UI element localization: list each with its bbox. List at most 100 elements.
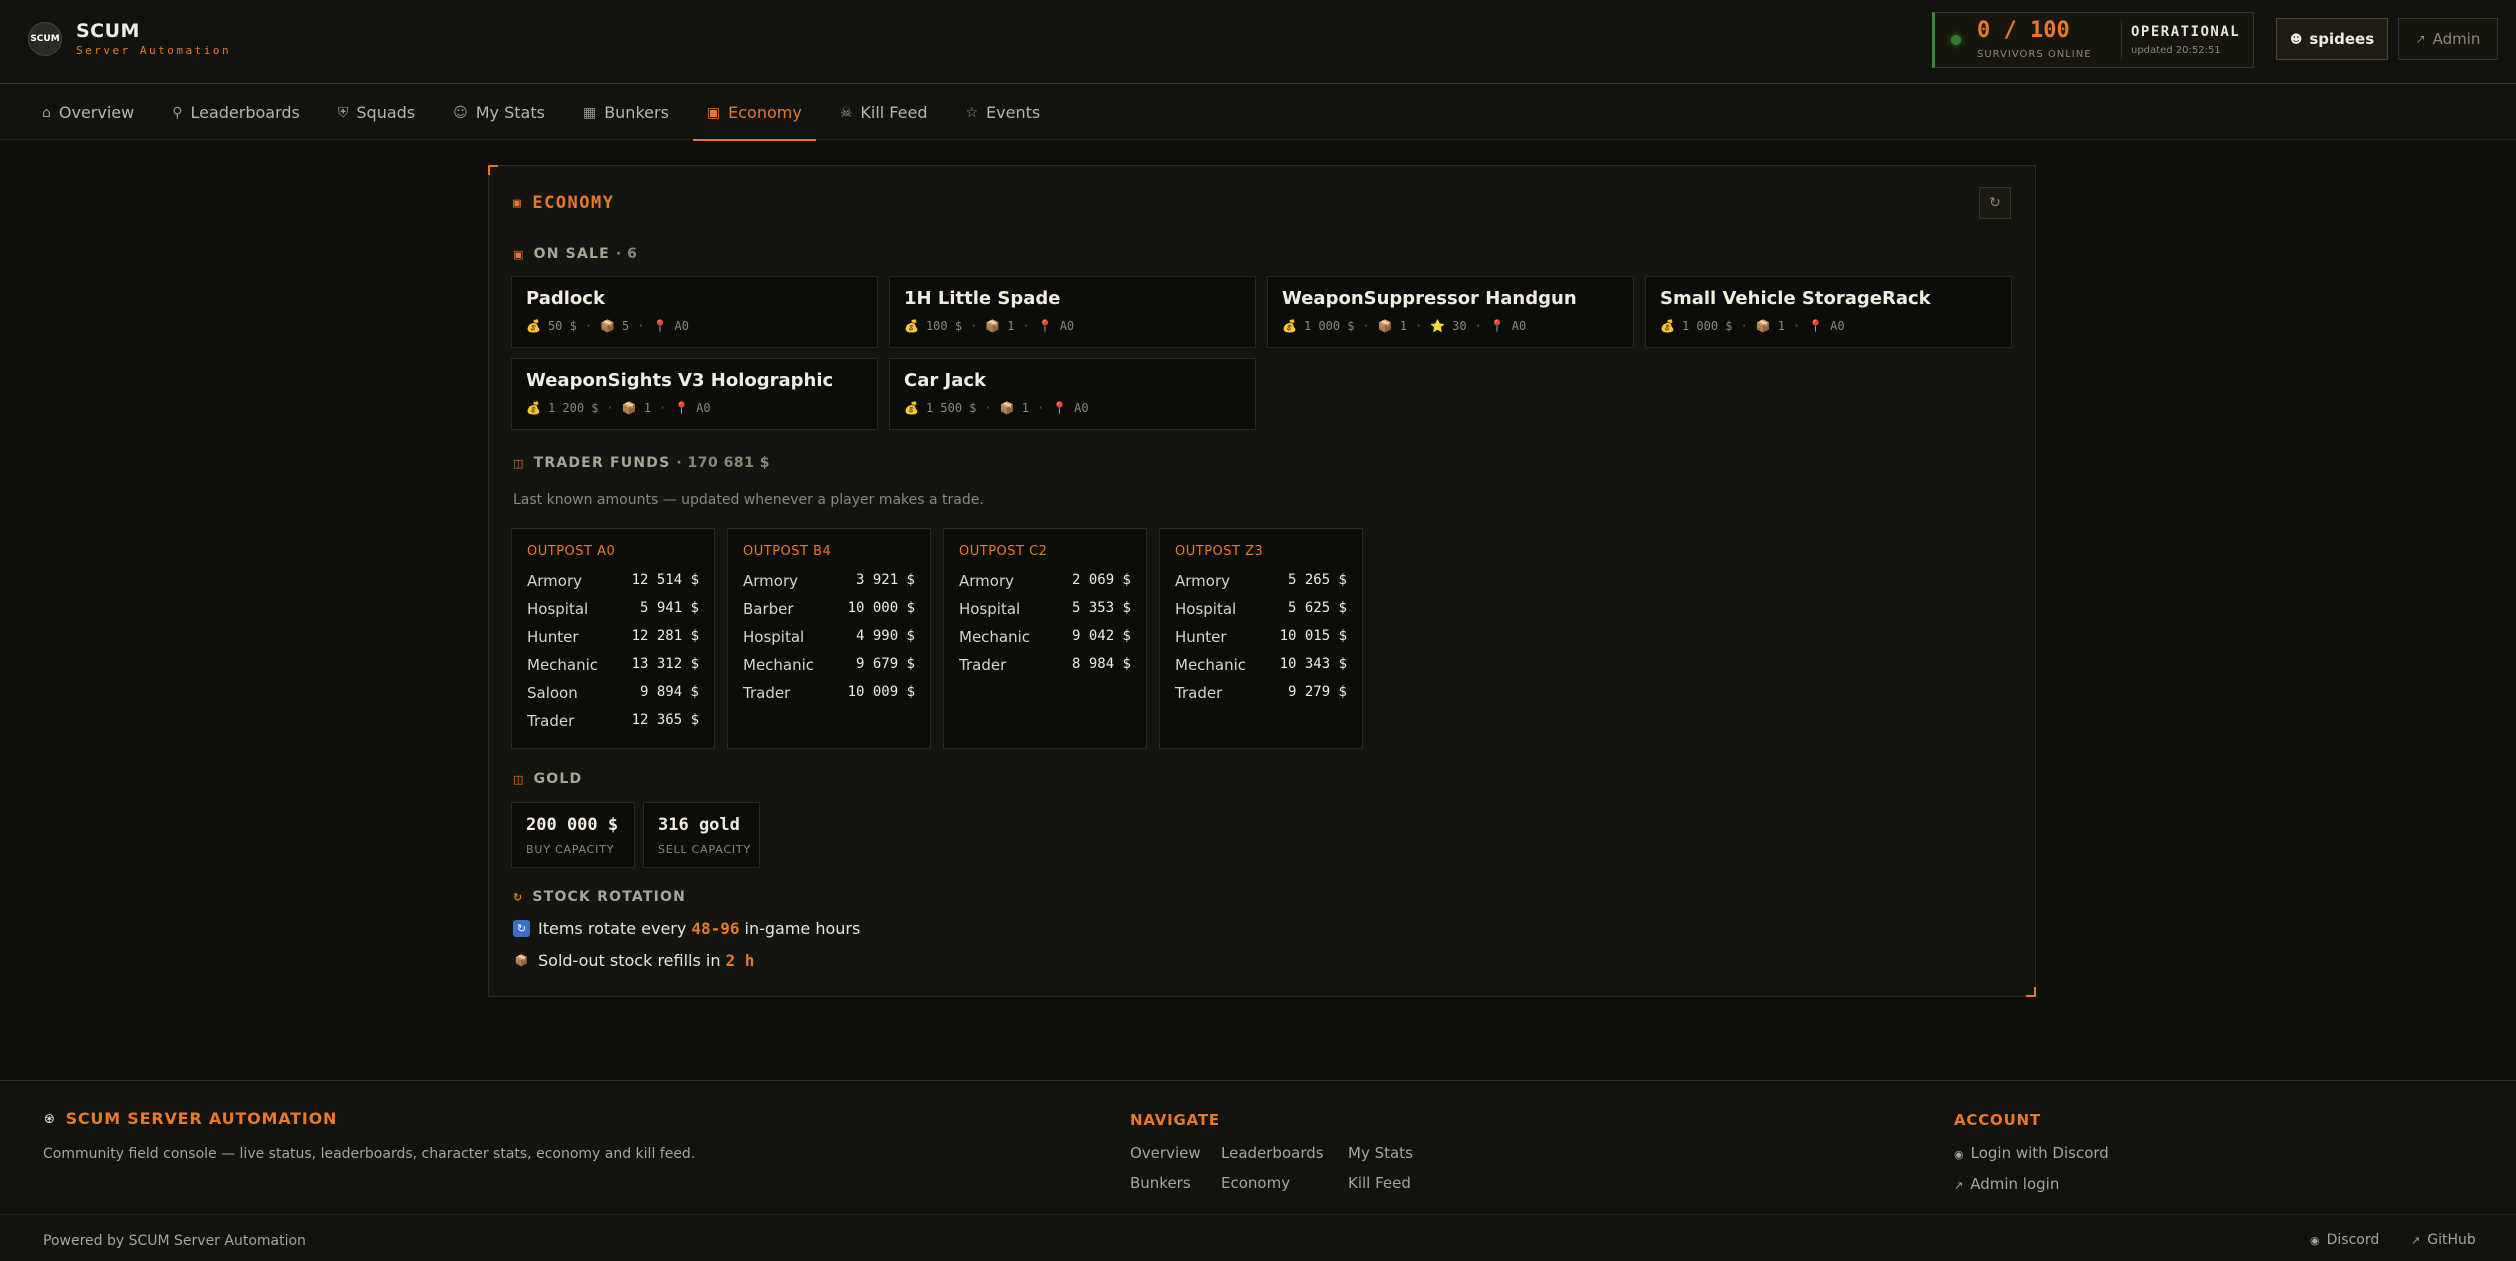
trader-row: Mechanic 9 042 $ [959, 628, 1131, 648]
external-link-icon: ↗ [2411, 1234, 2421, 1247]
discord-link[interactable]: ◉ Discord [2310, 1232, 2379, 1248]
cart-icon: ▣ [513, 247, 525, 261]
sale-item-card[interactable]: Small Vehicle StorageRack 💰 1 000 $ · 📦 1 … [1645, 276, 2012, 348]
trader-row: Trader 12 365 $ [527, 712, 699, 732]
trader-row: Hospital 5 941 $ [527, 600, 699, 620]
trader-amount: 3 921 $ [855, 572, 915, 588]
external-link-icon: ↗ [1954, 1179, 1964, 1192]
external-link-icon: ↗ [2415, 32, 2426, 46]
trader-row: Trader 10 009 $ [743, 684, 915, 704]
trader-row: Hunter 12 281 $ [527, 628, 699, 648]
brand[interactable]: SCUM SCUM Server Automation [28, 20, 231, 57]
gold-label: GOLD [533, 771, 583, 787]
trader-name: Saloon [527, 684, 578, 702]
rotation-text: in-game hours [744, 919, 861, 938]
item-price: 50 $ [547, 319, 577, 333]
sell-capacity-value: 316 gold [658, 815, 740, 835]
tab-kill-feed[interactable]: ☠ Kill Feed [826, 85, 942, 140]
trader-amount: 5 353 $ [1071, 600, 1131, 616]
trader-name: Hospital [959, 600, 1021, 618]
trader-row: Hospital 5 625 $ [1175, 600, 1347, 620]
item-meta: 💰 1 200 $ · 📦 1 · 📍 A0 [526, 401, 711, 415]
trader-funds-note: Last known amounts — updated whenever a … [513, 492, 984, 508]
tab-squads[interactable]: ⛨ Squads [324, 85, 429, 140]
trader-row: Mechanic 10 343 $ [1175, 656, 1347, 676]
trader-amount: 10 343 $ [1279, 656, 1347, 672]
buy-capacity-card: 200 000 $ BUY CAPACITY [511, 802, 635, 868]
tab-overview[interactable]: ⌂ Overview [28, 85, 148, 140]
footer-link-bunkers[interactable]: Bunkers [1130, 1174, 1191, 1192]
trader-row: Mechanic 9 679 $ [743, 656, 915, 676]
login-discord-link[interactable]: ◉ Login with Discord [1954, 1144, 2109, 1162]
shield-icon: ⛨ [337, 104, 349, 121]
footer-brand: ♼ SCUM SERVER AUTOMATION [44, 1109, 337, 1128]
footer-link-overview[interactable]: Overview [1130, 1144, 1201, 1162]
trader-amount: 12 365 $ [631, 712, 699, 728]
on-sale-heading: ▣ ON SALE · 6 [513, 246, 637, 262]
brand-logo: SCUM [28, 21, 62, 56]
trader-funds-heading: ◫ TRADER FUNDS · 170 681 $ [513, 455, 770, 471]
money-bag-icon: 💰 [904, 319, 919, 333]
trader-name: Armory [743, 572, 798, 590]
trader-row: Barber 10 000 $ [743, 600, 915, 620]
page-title: ▣ ECONOMY [513, 193, 614, 213]
trader-name: Barber [743, 600, 794, 618]
star-icon: ☆ [965, 104, 979, 121]
sale-item-card[interactable]: WeaponSights V3 Holographic 💰 1 200 $ · 📦… [511, 358, 878, 430]
item-stock: 1 [1777, 319, 1785, 333]
login-discord-label: Login with Discord [1970, 1144, 2109, 1162]
tab-bunkers[interactable]: ▦ Bunkers [569, 85, 683, 140]
tab-my-stats[interactable]: ☺ My Stats [439, 85, 559, 140]
trader-row: Trader 8 984 $ [959, 656, 1131, 676]
refresh-icon: ↻ [1989, 195, 2001, 211]
trader-amount: 12 281 $ [631, 628, 699, 644]
footer-link-kill-feed[interactable]: Kill Feed [1348, 1174, 1411, 1192]
cart-icon: ▣ [513, 195, 523, 211]
outpost-card: OUTPOST B4 Armory 3 921 $ Barber 10 000 $ … [727, 528, 931, 749]
refresh-button[interactable]: ↻ [1979, 187, 2011, 219]
tab-events[interactable]: ☆ Events [951, 85, 1054, 140]
refill-value: 2 h [725, 951, 755, 970]
sale-item-card[interactable]: Padlock 💰 50 $ · 📦 5 · 📍 A0 [511, 276, 878, 348]
tab-economy[interactable]: ▣ Economy [692, 85, 816, 141]
refill-text: Sold-out stock refills in [538, 951, 721, 970]
gold-heading: ◫ GOLD [513, 771, 582, 787]
footer-link-my-stats[interactable]: My Stats [1348, 1144, 1413, 1162]
trader-amount: 8 984 $ [1071, 656, 1131, 672]
trader-amount: 5 265 $ [1287, 572, 1347, 588]
trader-name: Trader [1175, 684, 1223, 702]
trader-name: Trader [743, 684, 791, 702]
tab-leaderboards[interactable]: ⚲ Leaderboards [158, 85, 314, 140]
user-name: spidees [2309, 30, 2375, 48]
item-location: A0 [1830, 319, 1845, 333]
item-price: 1 500 $ [925, 401, 977, 415]
github-link[interactable]: ↗ GitHub [2411, 1232, 2476, 1248]
trader-name: Armory [1175, 572, 1230, 590]
admin-button[interactable]: ↗ Admin [2398, 18, 2498, 60]
sale-item-card[interactable]: Car Jack 💰 1 500 $ · 📦 1 · 📍 A0 [889, 358, 1256, 430]
item-location: A0 [1074, 401, 1089, 415]
package-icon: 📦 [1377, 319, 1393, 333]
tab-label: Events [986, 103, 1041, 122]
sell-capacity-label: SELL CAPACITY [658, 843, 751, 856]
trader-name: Armory [959, 572, 1014, 590]
footer-link-economy[interactable]: Economy [1221, 1174, 1290, 1192]
admin-login-link[interactable]: ↗ Admin login [1954, 1175, 2059, 1193]
user-button[interactable]: ☻ spidees [2276, 18, 2388, 60]
item-name: 1H Little Spade [904, 288, 1061, 309]
economy-panel: ▣ ECONOMY ↻ ▣ ON SALE · 6 Padlock 💰 50 $ … [488, 165, 2036, 997]
tab-label: Bunkers [604, 103, 669, 122]
online-label: SURVIVORS ONLINE [1977, 49, 2092, 60]
panel-corner [488, 165, 498, 175]
trader-amount: 5 625 $ [1287, 600, 1347, 616]
item-meta: 💰 100 $ · 📦 1 · 📍 A0 [904, 319, 1075, 333]
trader-amount: 9 679 $ [855, 656, 915, 672]
footer-link-leaderboards[interactable]: Leaderboards [1221, 1144, 1324, 1162]
trader-amount: 2 069 $ [1071, 572, 1131, 588]
sale-item-card[interactable]: 1H Little Spade 💰 100 $ · 📦 1 · 📍 A0 [889, 276, 1256, 348]
trader-name: Trader [527, 712, 575, 730]
sale-item-card[interactable]: WeaponSuppressor Handgun 💰 1 000 $ · 📦 1 ·… [1267, 276, 1634, 348]
trader-name: Hospital [527, 600, 589, 618]
trader-name: Trader [959, 656, 1007, 674]
database-icon: ◫ [513, 772, 525, 786]
